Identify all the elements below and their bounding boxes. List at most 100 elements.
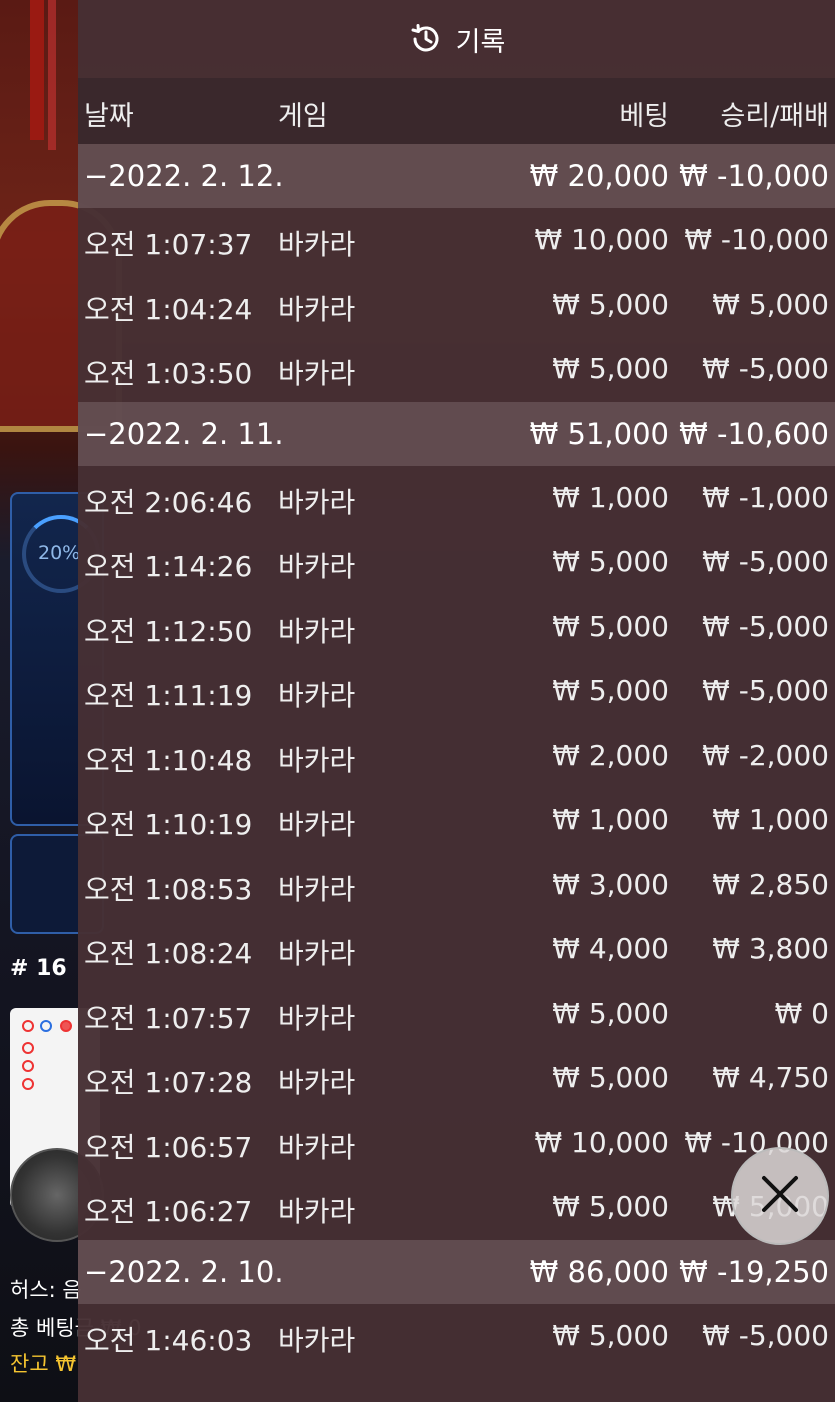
row-bet: ₩ 1,000 bbox=[552, 803, 669, 836]
row-game: 바카라 bbox=[278, 614, 356, 648]
row-result: ₩ 5,000 bbox=[712, 287, 829, 321]
row-time: 오전 1:14:26 bbox=[84, 550, 253, 583]
history-panel: 기록 날짜 게임 베팅 승리/패배 −2022. 2. 12. ₩ 20,000 ₩… bbox=[78, 0, 835, 1402]
history-row: 오전 1:46:03 바카라 ₩ 5,000 ₩ -5,000 bbox=[78, 1304, 835, 1369]
row-result: ₩ 0 bbox=[774, 996, 829, 1030]
row-bet: ₩ 1,000 bbox=[552, 480, 669, 514]
date-group-row[interactable]: −2022. 2. 11. ₩ 51,000 ₩ -10,600 bbox=[78, 401, 835, 466]
column-header-game: 게임 bbox=[278, 101, 328, 132]
group-result-total: ₩ -10,600 bbox=[679, 416, 829, 451]
row-result: ₩ -5,000 bbox=[702, 545, 829, 578]
row-time: 오전 1:10:19 bbox=[84, 808, 253, 841]
history-row: 오전 1:06:27바카라₩ 5,000₩ 5,000 bbox=[78, 1175, 835, 1240]
history-list[interactable]: −2022. 2. 12. ₩ 20,000 ₩ -10,000 오전 1:07:37… bbox=[78, 144, 835, 1368]
table-header: 날짜 게임 베팅 승리/패배 bbox=[78, 78, 835, 144]
history-row: 오전 1:08:53 바카라 ₩ 3,000 ₩ 2,850 bbox=[78, 853, 835, 918]
column-header-bet: 베팅 bbox=[619, 101, 669, 132]
row-bet: ₩ 10,000 bbox=[534, 223, 669, 256]
row-game: 바카라 bbox=[278, 1323, 356, 1357]
info-line-balance: 잔고 ₩ bbox=[10, 1352, 77, 1376]
group-bet-total: ₩ 86,000 bbox=[529, 1254, 669, 1289]
row-game: 바카라 bbox=[278, 1130, 356, 1164]
history-row: 오전 1:10:48 바카라 ₩ 2,000 ₩ -2,000 bbox=[78, 724, 835, 789]
row-time: 오전 1:07:28 bbox=[84, 1066, 253, 1099]
row-time: 오전 1:06:57 bbox=[84, 1130, 253, 1164]
row-time: 오전 1:08:53 bbox=[84, 872, 253, 906]
row-time: 오전 1:10:48 bbox=[84, 743, 253, 777]
row-bet: ₩ 3,000 bbox=[552, 867, 669, 901]
group-bet-total: ₩ 51,000 bbox=[529, 416, 669, 451]
history-row: 오전 2:06:46 바카라 ₩ 1,000 ₩ -1,000 bbox=[78, 466, 835, 531]
history-row: 오전 1:04:24 바카라 ₩ 5,000 ₩ 5,000 bbox=[78, 273, 835, 338]
close-button[interactable] bbox=[731, 1147, 829, 1245]
road-dot bbox=[22, 1020, 34, 1032]
date-group-row[interactable]: −2022. 2. 12. ₩ 20,000 ₩ -10,000 bbox=[78, 144, 835, 208]
road-dot bbox=[60, 1020, 72, 1032]
row-game: 바카라 bbox=[278, 679, 356, 712]
row-game: 바카라 bbox=[278, 872, 356, 906]
row-game: 바카라 bbox=[278, 1195, 356, 1228]
row-bet: ₩ 5,000 bbox=[552, 1190, 669, 1223]
row-result: ₩ 3,800 bbox=[712, 932, 829, 965]
history-row: 오전 1:07:28 바카라 ₩ 5,000 ₩ 4,750 bbox=[78, 1046, 835, 1111]
row-result: ₩ -5,000 bbox=[702, 609, 829, 643]
row-result: ₩ -5,000 bbox=[702, 1318, 829, 1352]
history-title: 기록 bbox=[455, 26, 506, 58]
road-dot bbox=[22, 1060, 34, 1072]
history-row: 오전 1:11:19 바카라 ₩ 5,000 ₩ -5,000 bbox=[78, 659, 835, 724]
group-date: −2022. 2. 12. bbox=[84, 159, 284, 193]
history-row: 오전 1:06:57 바카라 ₩ 10,000 ₩ -10,000 bbox=[78, 1111, 835, 1176]
row-time: 오전 1:07:57 bbox=[84, 1001, 253, 1035]
column-header-date: 날짜 bbox=[84, 101, 134, 132]
decor-pillar bbox=[48, 0, 56, 150]
column-header-result: 승리/패배 bbox=[720, 101, 829, 132]
row-time: 오전 1:08:24 bbox=[84, 937, 253, 970]
row-result: ₩ 2,850 bbox=[712, 867, 829, 901]
row-bet: ₩ 5,000 bbox=[552, 996, 669, 1030]
row-bet: ₩ 5,000 bbox=[552, 287, 669, 321]
history-row: 오전 1:08:24 바카라 ₩ 4,000 ₩ 3,800 bbox=[78, 917, 835, 982]
history-clock-icon bbox=[408, 21, 444, 57]
info-line-1: 허스: 음 bbox=[10, 1278, 82, 1302]
row-result: ₩ -2,000 bbox=[702, 738, 829, 772]
row-time: 오전 1:04:24 bbox=[84, 292, 253, 326]
row-bet: ₩ 2,000 bbox=[552, 738, 669, 772]
group-result-total: ₩ -10,000 bbox=[679, 159, 829, 193]
row-game: 바카라 bbox=[278, 485, 356, 519]
row-time: 오전 1:07:37 bbox=[84, 228, 253, 261]
road-dot bbox=[22, 1078, 34, 1090]
history-row: 오전 1:10:19 바카라 ₩ 1,000 ₩ 1,000 bbox=[78, 788, 835, 853]
row-bet: ₩ 5,000 bbox=[552, 609, 669, 643]
row-result: ₩ -10,000 bbox=[684, 223, 829, 256]
row-game: 바카라 bbox=[278, 808, 356, 841]
row-game: 바카라 bbox=[278, 1066, 356, 1099]
history-row: 오전 1:03:50 바카라 ₩ 5,000 ₩ -5,000 bbox=[78, 337, 835, 402]
row-time: 오전 1:12:50 bbox=[84, 614, 253, 648]
history-row: 오전 1:07:57 바카라 ₩ 5,000 ₩ 0 bbox=[78, 982, 835, 1047]
row-time: 오전 1:06:27 bbox=[84, 1195, 253, 1228]
row-bet: ₩ 5,000 bbox=[552, 674, 669, 707]
row-time: 오전 2:06:46 bbox=[84, 485, 253, 519]
row-game: 바카라 bbox=[278, 937, 356, 970]
row-game: 바카라 bbox=[278, 357, 356, 390]
row-result: ₩ 4,750 bbox=[712, 1061, 829, 1094]
road-dot bbox=[40, 1020, 52, 1032]
date-group-row[interactable]: −2022. 2. 10. ₩ 86,000 ₩ -19,250 bbox=[78, 1239, 835, 1304]
row-game: 바카라 bbox=[278, 292, 356, 326]
stat-percent: 20% bbox=[38, 542, 81, 564]
row-bet: ₩ 10,000 bbox=[534, 1125, 669, 1159]
group-result-total: ₩ -19,250 bbox=[679, 1254, 829, 1289]
row-result: ₩ -1,000 bbox=[702, 480, 829, 514]
history-row: 오전 1:07:37 바카라 ₩ 10,000 ₩ -10,000 bbox=[78, 208, 835, 273]
row-game: 바카라 bbox=[278, 228, 356, 261]
history-row: 오전 1:12:50 바카라 ₩ 5,000 ₩ -5,000 bbox=[78, 595, 835, 660]
row-bet: ₩ 4,000 bbox=[552, 932, 669, 965]
row-time: 오전 1:11:19 bbox=[84, 679, 253, 712]
row-game: 바카라 bbox=[278, 743, 356, 777]
row-time: 오전 1:46:03 bbox=[84, 1323, 253, 1357]
close-icon bbox=[760, 1174, 800, 1218]
row-time: 오전 1:03:50 bbox=[84, 357, 253, 390]
row-result: ₩ -5,000 bbox=[702, 674, 829, 707]
round-number: # 16 bbox=[10, 956, 67, 981]
history-row: 오전 1:14:26 바카라 ₩ 5,000 ₩ -5,000 bbox=[78, 530, 835, 595]
